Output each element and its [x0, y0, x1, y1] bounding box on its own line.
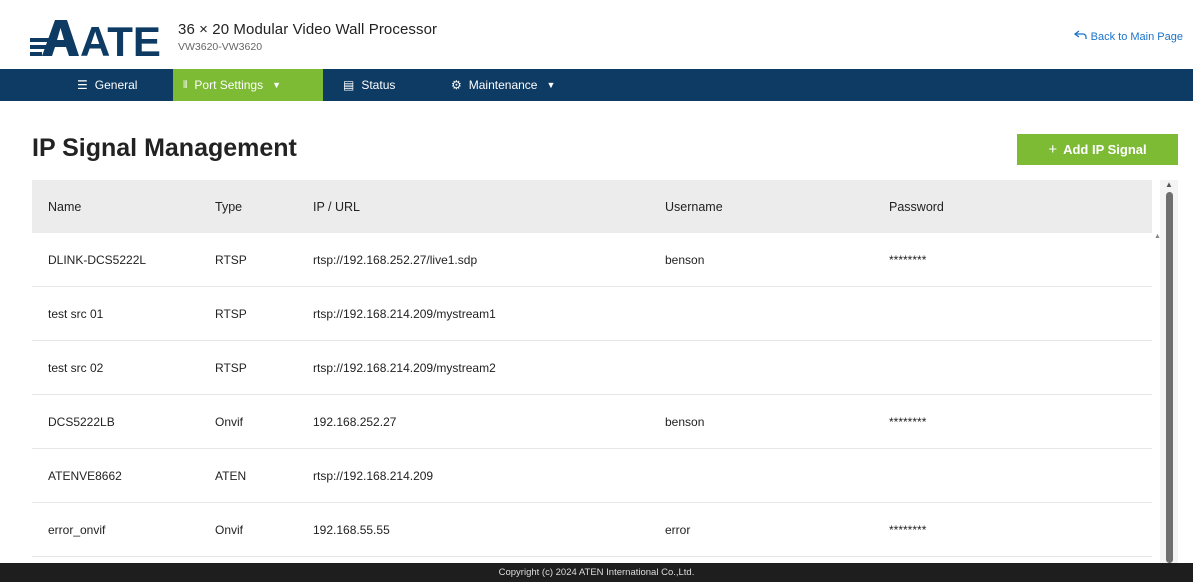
plus-icon: + — [1048, 141, 1058, 158]
product-model: VW3620-VW3620 — [178, 41, 263, 53]
cell-type: RTSP — [215, 307, 247, 321]
cell-name: test src 01 — [48, 307, 104, 321]
ip-signal-table: Name Type IP / URL Username Password DLI… — [32, 180, 1178, 563]
table-row[interactable]: error_onvif Onvif 192.168.55.55 error **… — [32, 503, 1152, 557]
nav-maintenance[interactable]: ⚙ Maintenance ▼ — [451, 69, 581, 101]
cell-name: DCS5222LB — [48, 415, 115, 429]
cell-name: error_onvif — [48, 523, 106, 537]
add-ip-signal-button[interactable]: + Add IP Signal — [1017, 134, 1178, 165]
product-title: 36 × 20 Modular Video Wall Processor — [178, 21, 438, 38]
cell-name: ATENVE8662 — [48, 469, 122, 483]
app-header: ATEN 36 × 20 Modular Video Wall Processo… — [0, 0, 1193, 69]
cell-ip-url: rtsp://192.168.214.209/mystream2 — [313, 361, 496, 375]
back-to-main-link[interactable]: Back to Main Page — [1073, 30, 1183, 43]
cell-username: benson — [665, 415, 705, 429]
back-link-label: Back to Main Page — [1090, 30, 1183, 43]
table-row[interactable]: test src 01 RTSP rtsp://192.168.214.209/… — [32, 287, 1152, 341]
footer-copyright: Copyright (c) 2024 ATEN International Co… — [0, 563, 1193, 582]
cell-password: ******** — [889, 523, 927, 537]
aten-logo: ATEN — [30, 18, 162, 62]
cell-ip-url: 192.168.55.55 — [313, 523, 390, 537]
cell-ip-url: 192.168.252.27 — [313, 415, 397, 429]
logo-text: ATEN — [80, 18, 162, 62]
cell-ip-url: rtsp://192.168.252.27/live1.sdp — [313, 253, 478, 267]
nav-status-label: Status — [361, 78, 396, 92]
page-title: IP Signal Management — [32, 134, 297, 162]
back-arrow-icon — [1073, 30, 1087, 43]
column-header-ip-url[interactable]: IP / URL — [313, 200, 360, 214]
column-header-type[interactable]: Type — [215, 200, 242, 214]
nav-maintenance-label: Maintenance — [468, 78, 538, 92]
cell-ip-url: rtsp://192.168.214.209/mystream1 — [313, 307, 496, 321]
scrollbar-thumb[interactable] — [1166, 192, 1173, 563]
column-header-password[interactable]: Password — [889, 200, 944, 214]
cell-name: DLINK-DCS5222L — [48, 253, 147, 267]
table-header: Name Type IP / URL Username Password — [32, 180, 1152, 233]
cell-type: RTSP — [215, 253, 247, 267]
cell-type: RTSP — [215, 361, 247, 375]
status-icon: ▤ — [343, 78, 355, 92]
column-header-username[interactable]: Username — [665, 200, 723, 214]
list-icon: ☰ — [77, 78, 88, 92]
scroll-up-arrow-icon[interactable]: ▲ — [1163, 180, 1175, 190]
nav-status[interactable]: ▤ Status — [343, 69, 433, 101]
cell-type: Onvif — [215, 415, 244, 429]
cell-name: test src 02 — [48, 361, 104, 375]
ports-icon: ⦀ — [183, 79, 188, 91]
cell-username: benson — [665, 253, 705, 267]
main-nav: ☰ General ⦀ Port Settings ▼ ▤ Status ⚙ M… — [0, 69, 1193, 101]
nav-port-settings-label: Port Settings — [194, 78, 264, 92]
column-header-name[interactable]: Name — [48, 200, 81, 214]
table-body: DLINK-DCS5222L RTSP rtsp://192.168.252.2… — [32, 233, 1152, 557]
add-ip-signal-label: Add IP Signal — [1063, 142, 1147, 157]
scroll-indicator-icon: ▲ — [1154, 233, 1161, 240]
chevron-down-icon: ▼ — [272, 80, 282, 90]
nav-port-settings[interactable]: ⦀ Port Settings ▼ — [173, 69, 323, 101]
table-row[interactable]: test src 02 RTSP rtsp://192.168.214.209/… — [32, 341, 1152, 395]
cell-password: ******** — [889, 253, 927, 267]
cell-type: Onvif — [215, 523, 244, 537]
table-row[interactable]: DCS5222LB Onvif 192.168.252.27 benson **… — [32, 395, 1152, 449]
nav-general-label: General — [94, 78, 138, 92]
nav-general[interactable]: ☰ General — [77, 69, 173, 101]
cell-username: error — [665, 523, 691, 537]
gear-icon: ⚙ — [451, 78, 462, 92]
cell-type: ATEN — [215, 469, 247, 483]
table-row[interactable]: ATENVE8662 ATEN rtsp://192.168.214.209 — [32, 449, 1152, 503]
cell-ip-url: rtsp://192.168.214.209 — [313, 469, 434, 483]
table-row[interactable]: DLINK-DCS5222L RTSP rtsp://192.168.252.2… — [32, 233, 1152, 287]
chevron-down-icon: ▼ — [546, 80, 556, 90]
cell-password: ******** — [889, 415, 927, 429]
